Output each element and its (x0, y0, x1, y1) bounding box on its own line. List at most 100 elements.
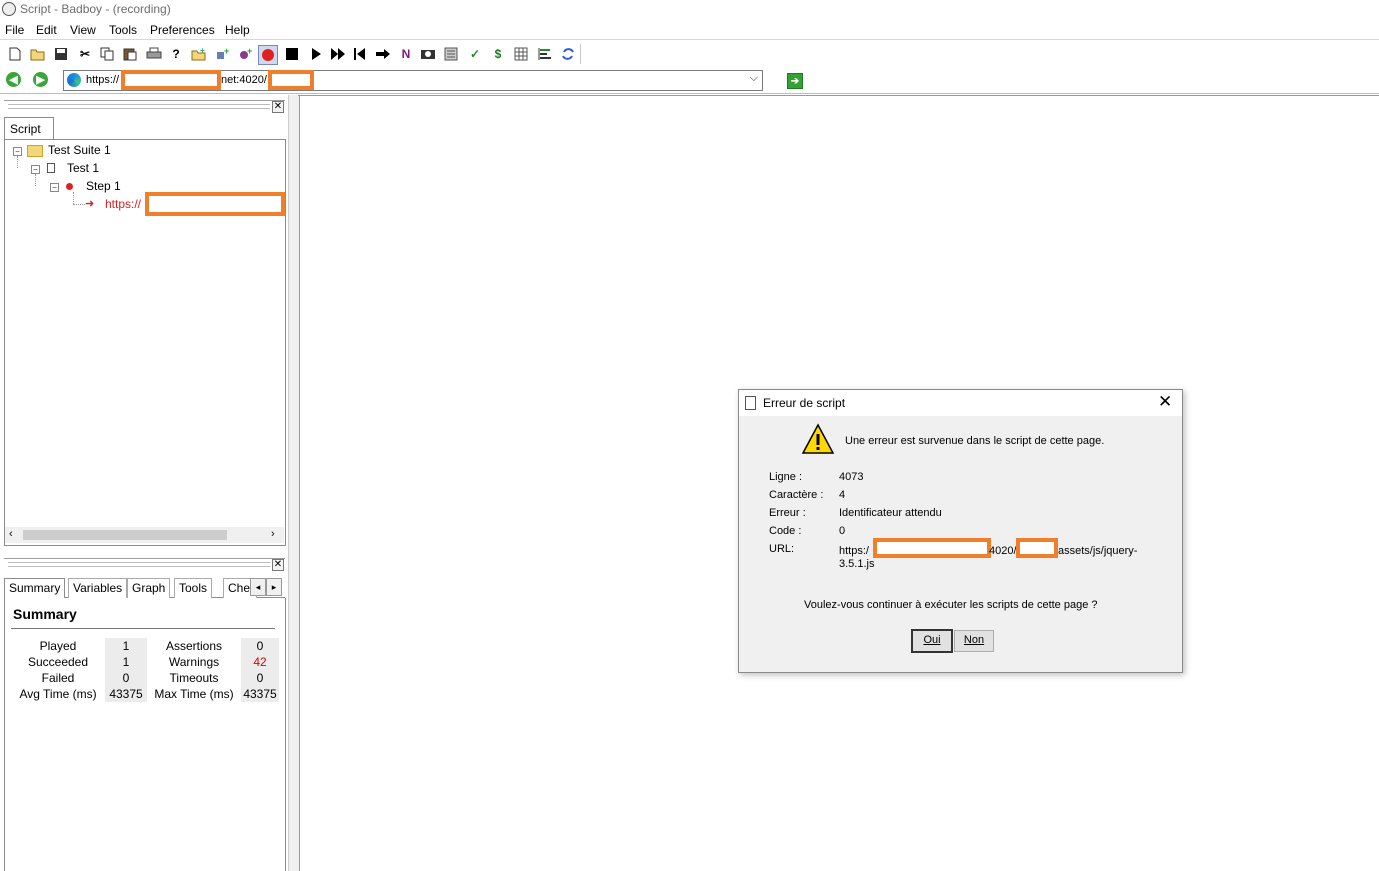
max-time-label: Max Time (ms) (154, 687, 234, 701)
tab-graph[interactable]: Graph (127, 578, 171, 599)
summary-row: Failed 0 Timeouts 0 (14, 670, 279, 686)
collapse-icon[interactable]: − (31, 165, 40, 174)
succeeded-label: Succeeded (27, 655, 89, 669)
error-label: Erreur : (769, 507, 806, 519)
collapse-icon[interactable]: − (50, 183, 59, 192)
menu-bar: File Edit View Tools Preferences Help (0, 20, 1379, 40)
close-icon[interactable]: ✕ (272, 559, 284, 571)
summary-panel-header: ✕ (4, 558, 285, 573)
close-icon[interactable]: ✕ (272, 101, 284, 113)
url-mid: net:4020/ (221, 74, 267, 86)
error-value: Identificateur attendu (839, 507, 942, 519)
fast-forward-icon[interactable] (330, 46, 346, 62)
new-icon[interactable] (7, 46, 23, 62)
no-button[interactable]: Non (954, 630, 994, 652)
dollar-icon[interactable]: $ (490, 46, 506, 62)
tree-request[interactable]: https:// (105, 197, 141, 211)
skip-icon[interactable] (375, 46, 391, 62)
url-prefix: https:// (86, 74, 120, 86)
played-label: Played (39, 639, 77, 653)
forward-icon[interactable]: ▶ (33, 72, 48, 87)
back-icon[interactable]: ◀ (6, 72, 21, 87)
menu-preferences[interactable]: Preferences (150, 23, 215, 37)
redaction-box (1016, 538, 1058, 558)
horizontal-scrollbar[interactable]: ‹ › (5, 527, 284, 543)
add-step-icon[interactable]: + (215, 46, 231, 62)
tab-script-label: Script (10, 122, 41, 136)
svg-text:+: + (247, 47, 252, 56)
step-icon (66, 183, 73, 190)
menu-help[interactable]: Help (225, 23, 250, 37)
tab-scroll-right-icon[interactable]: ▸ (266, 578, 282, 596)
n-icon[interactable]: N (398, 46, 414, 62)
tree-test[interactable]: Test 1 (67, 161, 99, 175)
test-icon (47, 163, 55, 173)
tree-step[interactable]: Step 1 (86, 179, 121, 193)
add-folder-icon[interactable]: + (191, 46, 207, 62)
tab-script[interactable]: Script (4, 117, 54, 141)
chevron-down-icon[interactable]: ⌵ (750, 72, 758, 85)
line-value: 4073 (839, 471, 864, 483)
continue-question: Voulez-vous continuer à exécuter les scr… (804, 599, 1098, 611)
stop-icon[interactable] (284, 46, 300, 62)
scroll-thumb[interactable] (23, 530, 227, 540)
played-value: 1 (105, 638, 147, 654)
toolbar: ✂ ? + + + N ✓ $ (0, 41, 1379, 69)
go-icon[interactable]: ➔ (787, 73, 803, 89)
panel-grip[interactable] (8, 562, 270, 567)
check-icon[interactable]: ✓ (467, 46, 483, 62)
menu-tools[interactable]: Tools (109, 23, 137, 37)
scroll-right-icon[interactable]: › (271, 528, 275, 540)
tab-scroll-left-icon[interactable]: ◂ (250, 578, 266, 596)
tree-line (35, 174, 36, 186)
table-icon[interactable] (513, 46, 529, 62)
document-icon (745, 396, 756, 410)
address-bar: ◀ ▶ https:// net:4020/ ⌵ ➔ (0, 68, 1379, 94)
splitter[interactable] (288, 95, 300, 871)
summary-content: Summary Played 1 Assertions 0 Succeeded … (4, 598, 286, 871)
tab-summary[interactable]: Summary (4, 578, 66, 600)
url-label: URL: (769, 543, 795, 555)
menu-file[interactable]: File (5, 23, 24, 37)
tab-tools[interactable]: Tools (174, 578, 213, 599)
dialog-message: Une erreur est survenue dans le script d… (845, 435, 1105, 447)
paste-icon[interactable] (122, 46, 138, 62)
window-title: Script - Badboy - (recording) (20, 2, 171, 16)
tree-suite[interactable]: Test Suite 1 (48, 143, 111, 157)
dialog-title: Erreur de script (763, 396, 846, 410)
code-value: 0 (839, 525, 846, 537)
print-icon[interactable] (146, 46, 162, 62)
redaction-box (121, 70, 221, 90)
help-icon[interactable]: ? (168, 46, 184, 62)
avg-time-value: 43375 (105, 686, 147, 702)
menu-view[interactable]: View (70, 23, 96, 37)
panel-grip[interactable] (8, 104, 270, 109)
menu-edit[interactable]: Edit (36, 23, 57, 37)
save-icon[interactable] (53, 46, 69, 62)
summary-divider (11, 628, 275, 629)
record-icon[interactable] (258, 45, 278, 65)
tab-variables[interactable]: Variables (68, 578, 128, 599)
camera-icon[interactable] (420, 46, 436, 62)
cut-icon[interactable]: ✂ (77, 46, 93, 62)
url-input[interactable]: https:// net:4020/ ⌵ (63, 70, 763, 91)
scroll-left-icon[interactable]: ‹ (9, 528, 13, 540)
summary-table: Played 1 Assertions 0 Succeeded 1 Warnin… (11, 638, 282, 702)
refresh-icon[interactable] (560, 46, 576, 62)
copy-icon[interactable] (99, 46, 115, 62)
no-label: Non (963, 634, 985, 646)
max-time-value: 43375 (241, 686, 279, 702)
play-icon[interactable] (308, 46, 324, 62)
yes-button[interactable]: Oui (911, 629, 953, 653)
close-icon[interactable]: ✕ (1158, 392, 1172, 412)
report-icon[interactable] (443, 46, 459, 62)
assertions-value: 0 (241, 638, 279, 654)
summary-row: Avg Time (ms) 43375 Max Time (ms) 43375 (14, 686, 279, 702)
open-icon[interactable] (30, 46, 46, 62)
add-item-icon[interactable]: + (238, 46, 254, 62)
script-tree[interactable]: − Test Suite 1 − Test 1 − Step 1 ➜ https… (4, 139, 286, 546)
align-icon[interactable] (537, 46, 553, 62)
collapse-icon[interactable]: − (13, 147, 22, 156)
tree-line (73, 192, 74, 204)
rewind-icon[interactable] (352, 46, 368, 62)
